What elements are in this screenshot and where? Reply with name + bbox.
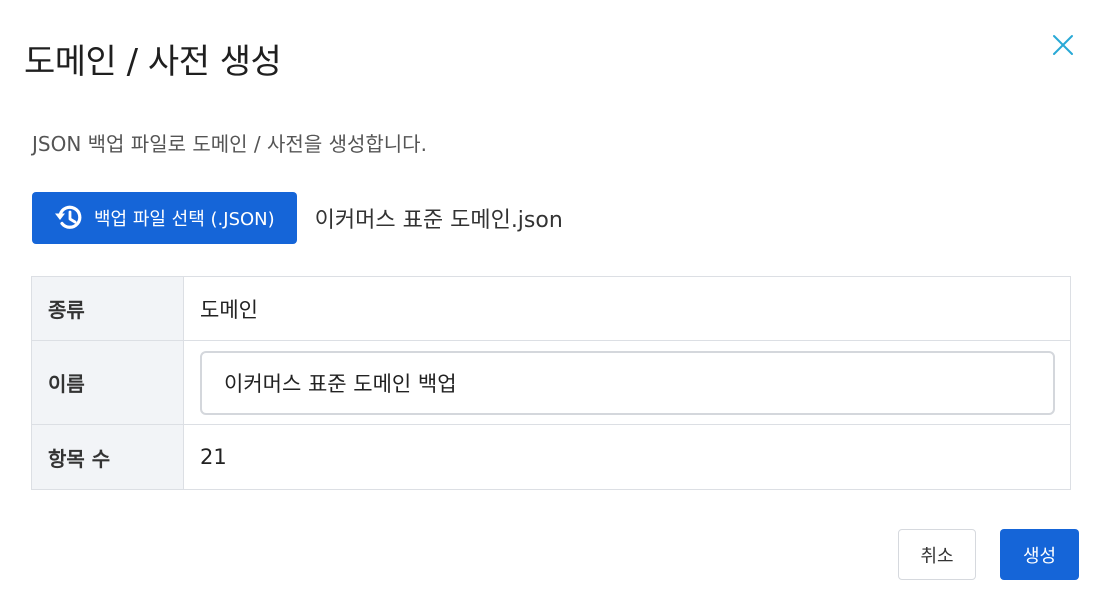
count-value: 21 (200, 445, 227, 469)
dialog-title: 도메인 / 사전 생성 (24, 42, 282, 82)
name-label: 이름 (32, 341, 184, 424)
cancel-button[interactable]: 취소 (898, 529, 976, 580)
info-row-name: 이름 (32, 341, 1070, 425)
dialog-description: JSON 백업 파일로 도메인 / 사전을 생성합니다. (32, 132, 427, 156)
info-row-count: 항목 수 21 (32, 425, 1070, 489)
close-icon (1053, 35, 1073, 55)
create-dialog: 도메인 / 사전 생성 JSON 백업 파일로 도메인 / 사전을 생성합니다.… (0, 0, 1106, 605)
count-label: 항목 수 (32, 425, 184, 489)
select-backup-file-label: 백업 파일 선택 (.JSON) (94, 209, 275, 230)
info-table: 종류 도메인 이름 항목 수 21 (31, 276, 1071, 490)
close-button[interactable] (1048, 30, 1078, 60)
file-select-row: 백업 파일 선택 (.JSON) 이커머스 표준 도메인.json (32, 192, 563, 244)
info-row-kind: 종류 도메인 (32, 277, 1070, 341)
kind-label: 종류 (32, 277, 184, 340)
selected-file-name: 이커머스 표준 도메인.json (314, 208, 563, 233)
select-backup-file-button[interactable]: 백업 파일 선택 (.JSON) (32, 192, 297, 244)
history-icon (52, 201, 86, 235)
kind-value: 도메인 (200, 297, 258, 322)
create-button[interactable]: 생성 (1000, 529, 1079, 580)
name-input[interactable] (200, 350, 1055, 415)
name-value-cell (184, 341, 1070, 424)
